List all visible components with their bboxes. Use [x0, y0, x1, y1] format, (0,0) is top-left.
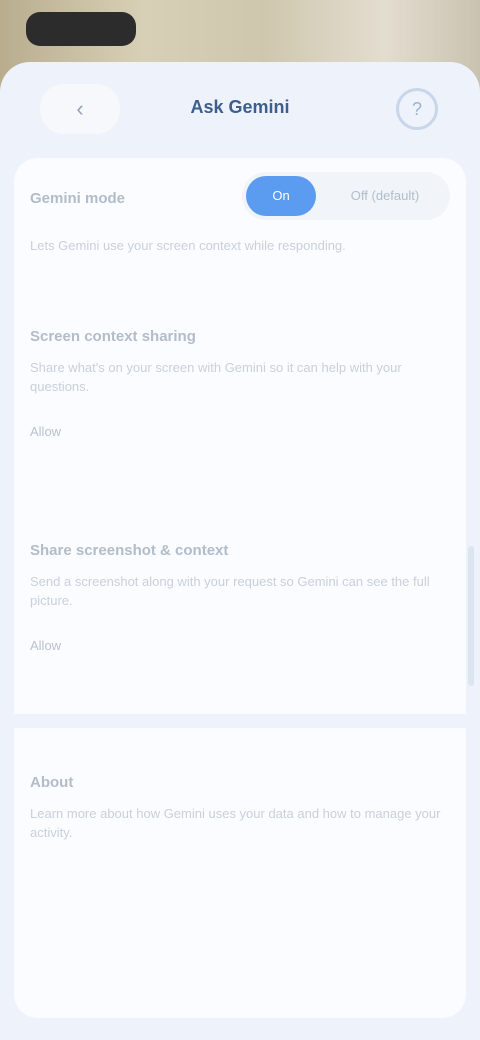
help-icon: ?	[411, 98, 422, 119]
settings-card: Gemini mode On Off (default) Lets Gemini…	[14, 158, 466, 1018]
top-nav: ‹ Ask Gemini ?	[0, 62, 480, 152]
back-button[interactable]: ‹	[40, 84, 120, 134]
setting-value: Allow	[30, 424, 62, 439]
back-arrow-icon: ‹	[76, 96, 84, 121]
help-button[interactable]: ?	[396, 88, 438, 130]
section-divider	[14, 714, 466, 728]
setting-value: Allow	[30, 638, 62, 653]
page-title: Ask Gemini	[190, 97, 290, 117]
setting-title: About	[30, 774, 74, 791]
setting-about[interactable]: About Learn more about how Gemini uses y…	[30, 772, 450, 842]
status-bar-pill	[26, 12, 136, 46]
segment-off[interactable]: Off (default)	[326, 176, 444, 216]
setting-screen-context[interactable]: Screen context sharing Share what's on y…	[30, 326, 450, 442]
setting-description: Learn more about how Gemini uses your da…	[30, 806, 441, 840]
setting-description: Share what's on your screen with Gemini …	[30, 360, 402, 394]
setting-title: Screen context sharing	[30, 328, 196, 345]
setting-gemini-mode-desc: Lets Gemini use your screen context whil…	[30, 226, 450, 255]
setting-description: Lets Gemini use your screen context whil…	[30, 238, 346, 253]
mode-segmented-control[interactable]: On Off (default)	[242, 172, 450, 220]
segment-on[interactable]: On	[246, 176, 316, 216]
setting-description: Send a screenshot along with your reques…	[30, 574, 430, 608]
settings-sheet: ‹ Ask Gemini ? Gemini mode On Off (defau…	[0, 62, 480, 1040]
setting-share-screenshot[interactable]: Share screenshot & context Send a screen…	[30, 540, 450, 656]
scrollbar[interactable]	[468, 546, 474, 686]
setting-title: Share screenshot & context	[30, 542, 229, 559]
